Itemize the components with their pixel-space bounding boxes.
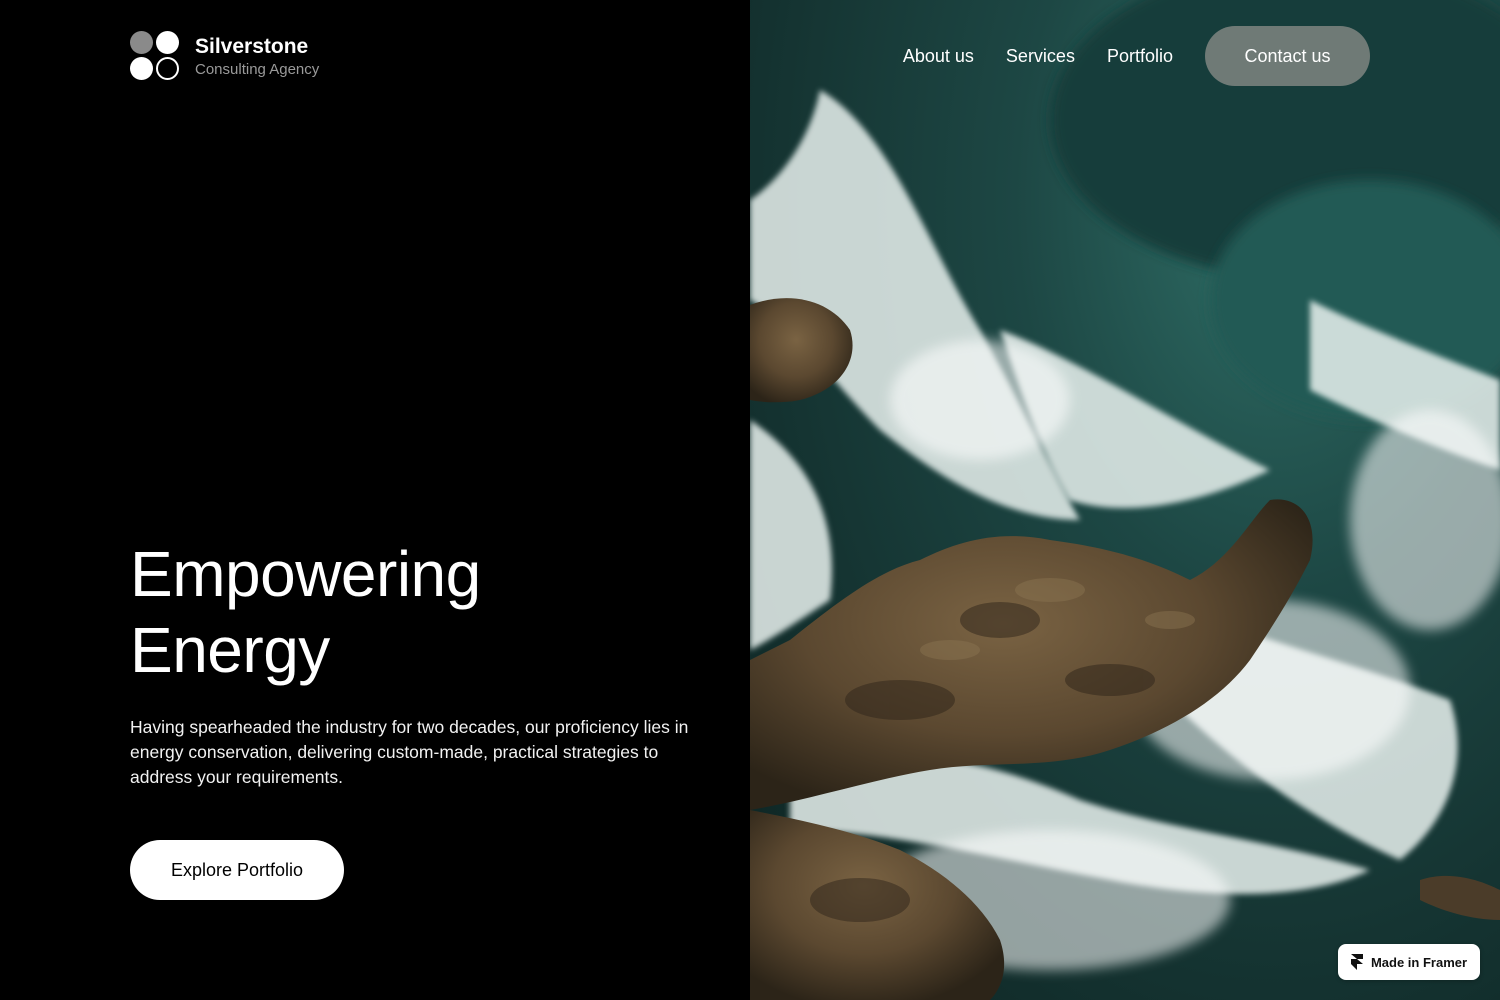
framer-logo-icon <box>1350 954 1363 970</box>
brand-logo[interactable]: Silverstone Consulting Agency <box>130 31 319 81</box>
hero-title-line-2: Energy <box>130 614 330 686</box>
brand-text: Silverstone Consulting Agency <box>195 36 319 77</box>
nav-services[interactable]: Services <box>1006 46 1075 67</box>
badge-label: Made in Framer <box>1370 954 1468 970</box>
explore-portfolio-button[interactable]: Explore Portfolio <box>130 840 344 900</box>
ocean-rocks-image <box>750 0 1500 1000</box>
hero-title-line-1: Empowering <box>130 538 481 610</box>
brand-tagline: Consulting Agency <box>195 60 320 78</box>
hero-description: Having spearheaded the industry for two … <box>130 717 689 787</box>
ocean-rocks-illustration <box>750 0 1500 1000</box>
hero-title: Empowering Energy <box>130 536 481 688</box>
contact-us-button[interactable]: Contact us <box>1205 26 1370 86</box>
logo-mark-icon <box>130 31 180 81</box>
made-in-framer-badge[interactable]: Made in Framer <box>1338 944 1480 980</box>
brand-name: Silverstone <box>195 34 309 58</box>
page: Silverstone Consulting Agency About us S… <box>0 0 1500 1000</box>
nav-portfolio[interactable]: Portfolio <box>1107 46 1173 67</box>
nav-about-us[interactable]: About us <box>903 46 974 67</box>
hero-left-panel <box>0 0 750 1000</box>
main-nav: About us Services Portfolio Contact us <box>903 26 1370 86</box>
